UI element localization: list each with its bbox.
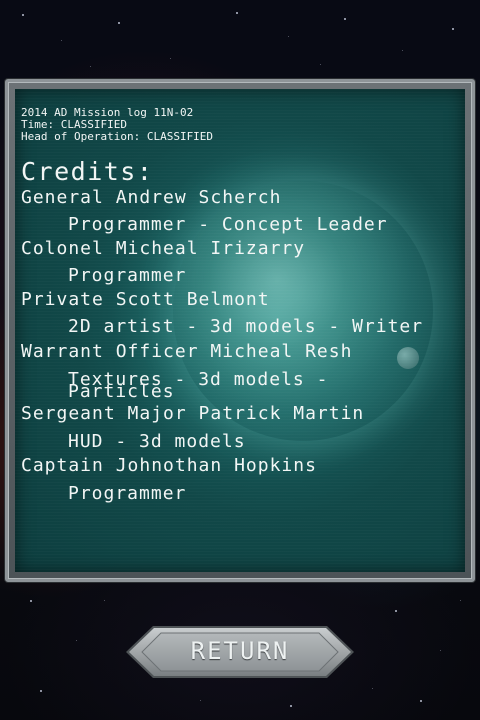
credits-screen: 2014 AD Mission log 11N-02 Time: CLASSIF…: [0, 0, 480, 720]
head-of-operation-line: Head of Operation: CLASSIFIED: [21, 130, 214, 143]
credits-panel-screen: 2014 AD Mission log 11N-02 Time: CLASSIF…: [15, 89, 465, 572]
credit-role: Programmer: [68, 265, 187, 286]
credits-panel: 2014 AD Mission log 11N-02 Time: CLASSIF…: [5, 79, 475, 582]
credits-title: Credits:: [21, 157, 154, 186]
return-button[interactable]: RETURN: [125, 625, 355, 679]
credit-role: Programmer - Concept Leader: [68, 214, 388, 235]
moon-image: [397, 347, 419, 369]
return-label: RETURN: [190, 637, 290, 665]
credit-name: Colonel Micheal Irizarry: [21, 238, 306, 259]
credit-name: Private Scott Belmont: [21, 289, 270, 310]
credit-role: Programmer: [68, 483, 187, 504]
credit-name: General Andrew Scherch: [21, 187, 282, 208]
credit-name: Warrant Officer Micheal Resh: [21, 341, 353, 362]
credit-role: 2D artist - 3d models - Writer: [68, 316, 424, 337]
credit-name: Sergeant Major Patrick Martin: [21, 403, 365, 424]
credit-name: Captain Johnothan Hopkins: [21, 455, 317, 476]
credit-role: Textures - 3d models - Particles: [68, 369, 329, 402]
credit-role: HUD - 3d models: [68, 431, 246, 452]
